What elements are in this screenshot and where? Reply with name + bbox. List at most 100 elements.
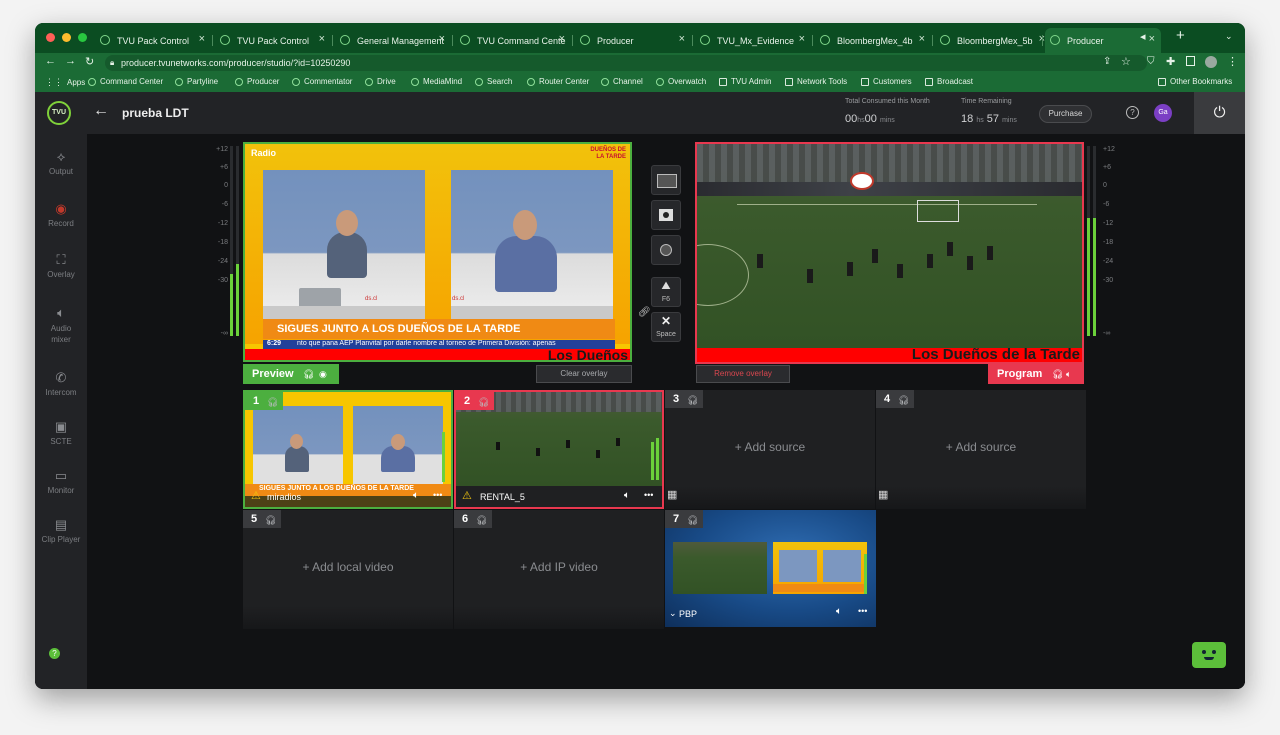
close-window-button[interactable] xyxy=(46,33,55,42)
fade-transition-button[interactable] xyxy=(651,200,681,230)
wipe-transition-button[interactable] xyxy=(651,235,681,265)
add-local-video-button[interactable]: + Add local video xyxy=(243,560,453,574)
browser-tab[interactable]: BloombergMex_4b × xyxy=(815,28,931,53)
user-avatar[interactable]: Ga xyxy=(1154,104,1172,122)
new-tab-button[interactable]: + xyxy=(1176,27,1185,44)
browser-tab[interactable]: TVU Pack Control × xyxy=(215,28,331,53)
purchase-button[interactable]: Purchase xyxy=(1039,105,1092,123)
close-tab-icon[interactable]: × xyxy=(319,33,325,45)
close-tab-icon[interactable]: × xyxy=(679,33,685,45)
tab-list-icon[interactable]: ⌄ xyxy=(1225,31,1233,42)
back-button[interactable]: ← xyxy=(93,102,109,120)
profile-avatar[interactable] xyxy=(1205,56,1217,68)
program-label[interactable]: Program 🎧︎ 🔈︎ xyxy=(988,364,1084,384)
help-circle-icon[interactable]: ? xyxy=(49,648,60,659)
bookmark-network-tools[interactable]: Network Tools xyxy=(785,77,847,86)
remove-overlay-button[interactable]: Remove overlay xyxy=(696,365,790,383)
shield-icon[interactable]: ⛉ xyxy=(1147,56,1155,67)
bookmark-apps[interactable]: ⋮⋮ Apps xyxy=(45,77,85,88)
more-icon[interactable]: ••• xyxy=(644,490,653,500)
cut-transition-button[interactable] xyxy=(651,165,681,195)
browser-tab[interactable]: Producer × xyxy=(575,28,691,53)
browser-tab[interactable]: TVU_Mx_Evidence × xyxy=(695,28,811,53)
program-monitor[interactable]: Los Dueños de la Tarde xyxy=(695,142,1084,364)
forward-arrow-icon[interactable]: → xyxy=(65,55,76,67)
tab-scroll-icon[interactable]: ◂ xyxy=(1140,30,1146,43)
chat-bot-icon[interactable] xyxy=(1192,642,1226,668)
close-tab-icon[interactable]: × xyxy=(559,33,565,45)
preview-label[interactable]: Preview 🎧︎ ◉ xyxy=(243,364,339,384)
close-tab-icon[interactable]: × xyxy=(919,33,925,45)
bookmark-search[interactable]: Search xyxy=(475,77,512,86)
bookmark-router-center[interactable]: Router Center xyxy=(527,77,589,86)
speaker-icon[interactable]: 🔈︎ xyxy=(836,606,842,617)
bookmark-other[interactable]: Other Bookmarks xyxy=(1158,77,1232,86)
bookmark-overwatch[interactable]: Overwatch xyxy=(656,77,706,86)
bookmark-customers[interactable]: Customers xyxy=(861,77,912,86)
eye-icon[interactable]: ◉ xyxy=(319,364,327,384)
sidebar-item-scte[interactable]: ▣ SCTE xyxy=(35,420,87,447)
source-tile-5[interactable]: 5 🎧︎ + Add local video xyxy=(243,510,453,629)
bookmark-tvu-admin[interactable]: TVU Admin xyxy=(719,77,771,86)
headphones-icon[interactable]: 🎧︎ xyxy=(267,393,278,411)
sidebar-item-record[interactable]: ◉ Record xyxy=(35,202,87,229)
take-button[interactable]: ✕ Space xyxy=(651,312,681,342)
speaker-icon[interactable]: 🔈︎ xyxy=(413,490,419,501)
reload-icon[interactable]: ↻ xyxy=(85,55,94,68)
bookmark-commentator[interactable]: Commentator xyxy=(292,77,352,86)
source-tile-6[interactable]: 6 🎧︎ + Add IP video xyxy=(454,510,664,629)
more-icon[interactable]: ••• xyxy=(858,606,867,616)
browser-tab[interactable]: TVU Command Cente × xyxy=(455,28,571,53)
close-tab-icon[interactable]: × xyxy=(199,33,205,45)
headphones-icon[interactable]: 🎧︎ xyxy=(303,364,314,384)
close-tab-icon[interactable]: × xyxy=(439,33,445,45)
headphones-icon[interactable]: 🎧︎ xyxy=(687,391,698,409)
help-icon[interactable]: ? xyxy=(1126,106,1139,119)
speaker-icon[interactable]: 🔈︎ xyxy=(1066,364,1071,384)
source-tile-1[interactable]: SIGUES JUNTO A LOS DUEÑOS DE LA TARDE 1 🎧… xyxy=(243,390,453,509)
browser-tab[interactable]: TVU Pack Control × xyxy=(95,28,211,53)
browser-tab[interactable]: General Management × xyxy=(335,28,451,53)
preview-monitor[interactable]: Radio DUEÑOS DE LA TARDE ds.cl ds.cl SIG… xyxy=(243,142,632,362)
sidebar-item-audio-mixer[interactable]: 🔈︎ Audio mixer xyxy=(35,306,87,345)
image-transition-button[interactable]: ⛰ F6 xyxy=(651,277,681,307)
headphones-icon[interactable]: 🎧︎ xyxy=(687,511,698,529)
close-tab-icon[interactable]: × xyxy=(799,33,805,45)
sidepanel-icon[interactable] xyxy=(1186,56,1195,66)
qr-code-icon[interactable]: ▦ xyxy=(667,488,677,501)
speaker-icon[interactable]: 🔈︎ xyxy=(624,490,630,501)
star-icon[interactable]: ☆ xyxy=(1121,55,1131,68)
add-source-button[interactable]: + Add source xyxy=(665,440,875,454)
sidebar-item-output[interactable]: ⟡ Output xyxy=(35,150,87,177)
source-tile-3[interactable]: 3 🎧︎ + Add source ▦ xyxy=(665,390,875,509)
maximize-window-button[interactable] xyxy=(78,33,87,42)
kebab-menu-icon[interactable]: ⋮ xyxy=(1227,55,1238,68)
bookmark-mediamind[interactable]: MediaMind xyxy=(411,77,462,86)
sidebar-item-monitor[interactable]: ▭ Monitor xyxy=(35,469,87,496)
headphones-icon[interactable]: 🎧︎ xyxy=(898,391,909,409)
address-bar[interactable]: 🔒︎ producer.tvunetworks.com/producer/stu… xyxy=(105,55,1147,71)
sidebar-item-clip-player[interactable]: ▤ Clip Player xyxy=(35,518,87,545)
more-icon[interactable]: ••• xyxy=(433,490,442,500)
add-source-button[interactable]: + Add source xyxy=(876,440,1086,454)
clear-overlay-button[interactable]: Clear overlay xyxy=(536,365,632,383)
headphones-icon[interactable]: 🎧︎ xyxy=(1052,364,1063,384)
bookmark-broadcast[interactable]: Broadcast xyxy=(925,77,973,86)
source-tile-2[interactable]: 2 🎧︎ ⚠ RENTAL_5 🔈︎ ••• xyxy=(454,390,664,509)
share-icon[interactable]: ⇪ xyxy=(1103,56,1111,67)
bookmark-producer[interactable]: Producer xyxy=(235,77,279,86)
headphones-icon[interactable]: 🎧︎ xyxy=(476,511,487,529)
bookmark-partyline[interactable]: Partyline xyxy=(175,77,218,86)
add-ip-video-button[interactable]: + Add IP video xyxy=(454,560,664,574)
extensions-icon[interactable]: ✚ xyxy=(1166,55,1175,68)
bookmark-drive[interactable]: Drive xyxy=(365,77,396,86)
link-icon[interactable]: 🔗︎ xyxy=(638,307,651,318)
source-tile-4[interactable]: 4 🎧︎ + Add source ▦ xyxy=(876,390,1086,509)
minimize-window-button[interactable] xyxy=(62,33,71,42)
browser-tab[interactable]: BloombergMex_5b× xyxy=(935,28,1051,53)
close-tab-icon[interactable]: × xyxy=(1149,33,1155,45)
power-icon[interactable]: ⏻ xyxy=(1194,92,1245,134)
chevron-down-icon[interactable]: ⌄ xyxy=(669,608,677,619)
bookmark-command-center[interactable]: Command Center xyxy=(88,77,163,86)
sidebar-item-overlay[interactable]: ⛶ Overlay xyxy=(35,253,87,280)
